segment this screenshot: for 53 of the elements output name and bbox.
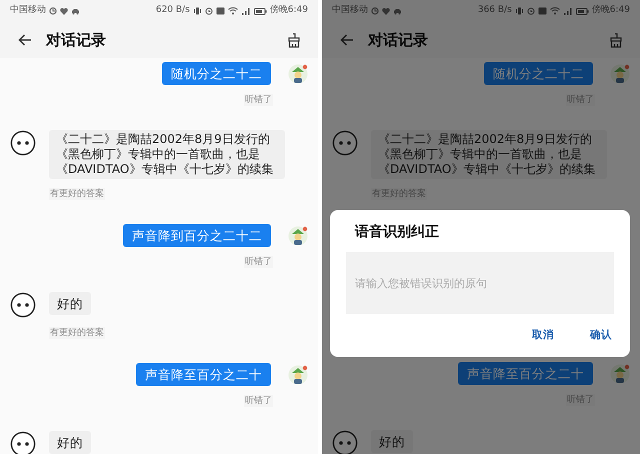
network-speed: 366 B/s [478,4,512,18]
message-bubble: 随机分之二十二 [484,62,593,85]
better-answer-link[interactable]: 有更好的答案 [49,188,105,200]
page-title: 对话记录 [46,30,107,51]
avatar-icon [610,64,630,84]
message-bubble: 声音降至百分之二十 [136,363,271,386]
car-icon [393,8,402,14]
wrong-hearing-link[interactable]: 听错了 [244,256,273,268]
signal-icon [562,7,573,15]
signal-icon [240,7,251,15]
vibrate-icon [192,7,202,15]
battery-icon [576,8,589,14]
message-bubble: 《二十二》是陶喆2002年8月9日发行的《黑色柳丁》专辑中的一首歌曲，也是《DAVIDTAO》专辑中《十七岁》的续集 [371,130,607,179]
clock-time: 傍晚6:49 [270,4,308,18]
car-icon [71,8,80,14]
heart-icon [382,8,390,14]
message-bubble: 好的 [49,292,91,315]
alarm-icon [204,7,213,15]
carrier-label: 中国移动 [332,4,368,18]
message-bubble: 声音降至百分之二十 [458,362,593,385]
avatar-icon [288,226,308,246]
wifi-icon [228,7,238,15]
clock-icon [49,7,57,15]
message-bubble: 好的 [49,431,91,454]
battery-icon [254,8,267,14]
dialog-title: 语音识别纠正 [354,223,440,241]
robot-avatar-icon [332,130,358,156]
message-bubble: 《二十二》是陶喆2002年8月9日发行的《黑色柳丁》专辑中的一首歌曲，也是《DAVIDTAO》专辑中《十七岁》的续集 [49,130,285,179]
avatar-icon [288,64,308,84]
carrier-label: 中国移动 [10,4,46,18]
clock-icon [371,7,379,15]
back-icon[interactable] [18,34,32,46]
vibrate-icon [514,7,524,15]
input-field[interactable]: 请输入您被错误识别的原句 [346,252,614,314]
heart-icon [60,8,68,14]
avatar-icon [610,364,630,384]
page-title: 对话记录 [368,30,429,51]
wrong-hearing-link[interactable]: 听错了 [244,395,273,407]
dialog-button[interactable]: 确认 [590,328,612,344]
robot-avatar-icon [10,130,36,156]
message-bubble: 好的 [371,430,413,453]
robot-avatar-icon [10,292,36,318]
message-bubble: 声音降到百分之二十二 [123,224,271,247]
wifi-icon [550,7,560,15]
brush-icon[interactable] [288,32,300,48]
clock-time: 傍晚6:49 [592,4,630,18]
alarm-icon [526,7,535,15]
message-bubble: 随机分之二十二 [162,62,271,85]
network-speed: 620 B/s [156,4,190,18]
wrong-hearing-link[interactable]: 听错了 [244,94,273,106]
dialog-button[interactable]: 取消 [532,328,554,344]
better-answer-link[interactable]: 有更好的答案 [49,327,105,339]
avatar-icon [288,365,308,385]
